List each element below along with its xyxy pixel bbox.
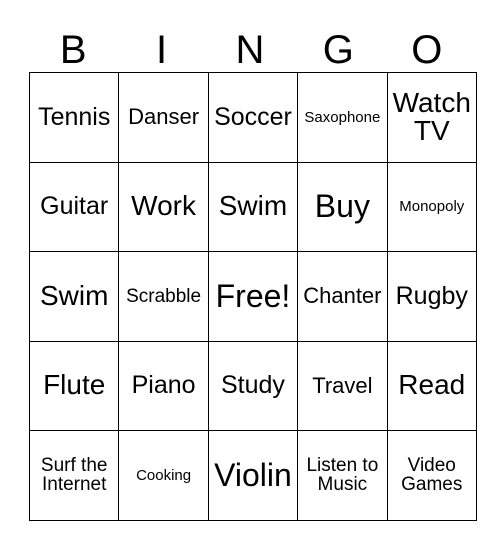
bingo-cell-label: Chanter (303, 283, 382, 309)
bingo-cell-b1[interactable]: Tennis (28, 72, 120, 163)
bingo-header-letter-b: B (59, 28, 87, 72)
bingo-header-letter-g: G (322, 28, 354, 72)
bingo-row-3: Swim Scrabble Free! Chanter Rugby (28, 251, 477, 342)
bingo-row-1: Tennis Danser Soccer Saxophone Watch TV (28, 72, 477, 163)
bingo-cell-label: Work (131, 190, 196, 222)
bingo-free-space-label: Free! (215, 277, 291, 314)
bingo-cell-g5[interactable]: Listen to Music (297, 430, 388, 521)
bingo-cell-label: Swim (39, 279, 109, 311)
bingo-cell-i2[interactable]: Work (118, 161, 209, 252)
bingo-cell-free-space[interactable]: Free! (207, 251, 299, 342)
bingo-header-letter-i: I (156, 28, 168, 72)
bingo-cell-n2[interactable]: Swim (207, 161, 299, 252)
bingo-grid: Tennis Danser Soccer Saxophone Watch TV … (28, 72, 477, 521)
bingo-cell-label: Violin (214, 456, 292, 493)
bingo-cell-label: Danser (128, 104, 200, 130)
bingo-cell-label: Tennis (38, 102, 111, 131)
bingo-cell-label: Study (221, 371, 285, 399)
bingo-header-letter-n: N (235, 28, 265, 72)
bingo-cell-o5[interactable]: Video Games (386, 430, 477, 521)
bingo-cell-b5[interactable]: Surf the Internet (28, 430, 120, 521)
bingo-cell-g3[interactable]: Chanter (297, 251, 388, 342)
bingo-cell-label: Scrabble (126, 285, 202, 307)
bingo-cell-n5[interactable]: Violin (207, 430, 299, 521)
bingo-cell-o2[interactable]: Monopoly (386, 161, 477, 252)
bingo-header-letter-o: O (411, 28, 443, 72)
bingo-row-5: Surf the Internet Cooking Violin Listen … (28, 430, 477, 521)
bingo-cell-label: Rugby (395, 281, 468, 310)
bingo-cell-i5[interactable]: Cooking (118, 430, 209, 521)
bingo-cell-o1[interactable]: Watch TV (386, 72, 477, 163)
bingo-cell-i4[interactable]: Piano (118, 340, 209, 431)
bingo-cell-g2[interactable]: Buy (297, 161, 388, 252)
bingo-cell-i1[interactable]: Danser (118, 72, 209, 163)
bingo-cell-label: Flute (43, 369, 106, 401)
bingo-cell-label: Swim (218, 190, 288, 222)
bingo-cell-g1[interactable]: Saxophone (297, 72, 388, 163)
bingo-cell-label: Piano (131, 371, 196, 399)
bingo-cell-label: Guitar (40, 192, 109, 220)
bingo-cell-b2[interactable]: Guitar (28, 161, 120, 252)
bingo-cell-label: Video Games (401, 454, 463, 496)
bingo-cell-label: Monopoly (399, 198, 465, 216)
bingo-cell-label: Listen to Music (306, 454, 379, 496)
bingo-cell-i3[interactable]: Scrabble (118, 251, 209, 342)
bingo-cell-o4[interactable]: Read (386, 340, 477, 431)
bingo-row-4: Flute Piano Study Travel Read (28, 340, 477, 431)
bingo-cell-label: Surf the Internet (40, 454, 108, 496)
bingo-cell-n1[interactable]: Soccer (207, 72, 299, 163)
bingo-cell-g4[interactable]: Travel (297, 340, 388, 431)
bingo-header-row: B I N G O (29, 18, 471, 72)
bingo-cell-label: Travel (312, 372, 373, 398)
bingo-cell-label: Buy (314, 188, 370, 225)
bingo-cell-o3[interactable]: Rugby (386, 251, 477, 342)
bingo-cell-label: Read (398, 369, 466, 401)
bingo-cell-label: Cooking (136, 466, 192, 484)
bingo-cell-n4[interactable]: Study (207, 340, 299, 431)
bingo-row-2: Guitar Work Swim Buy Monopoly (28, 161, 477, 252)
bingo-cell-label: Soccer (214, 102, 292, 131)
bingo-cell-b4[interactable]: Flute (28, 340, 120, 431)
bingo-cell-label: Watch TV (392, 86, 471, 147)
bingo-cell-b3[interactable]: Swim (28, 251, 120, 342)
bingo-cell-label: Saxophone (304, 108, 381, 126)
bingo-card: B I N G O Tennis Danser Soccer Saxophone… (28, 18, 477, 521)
